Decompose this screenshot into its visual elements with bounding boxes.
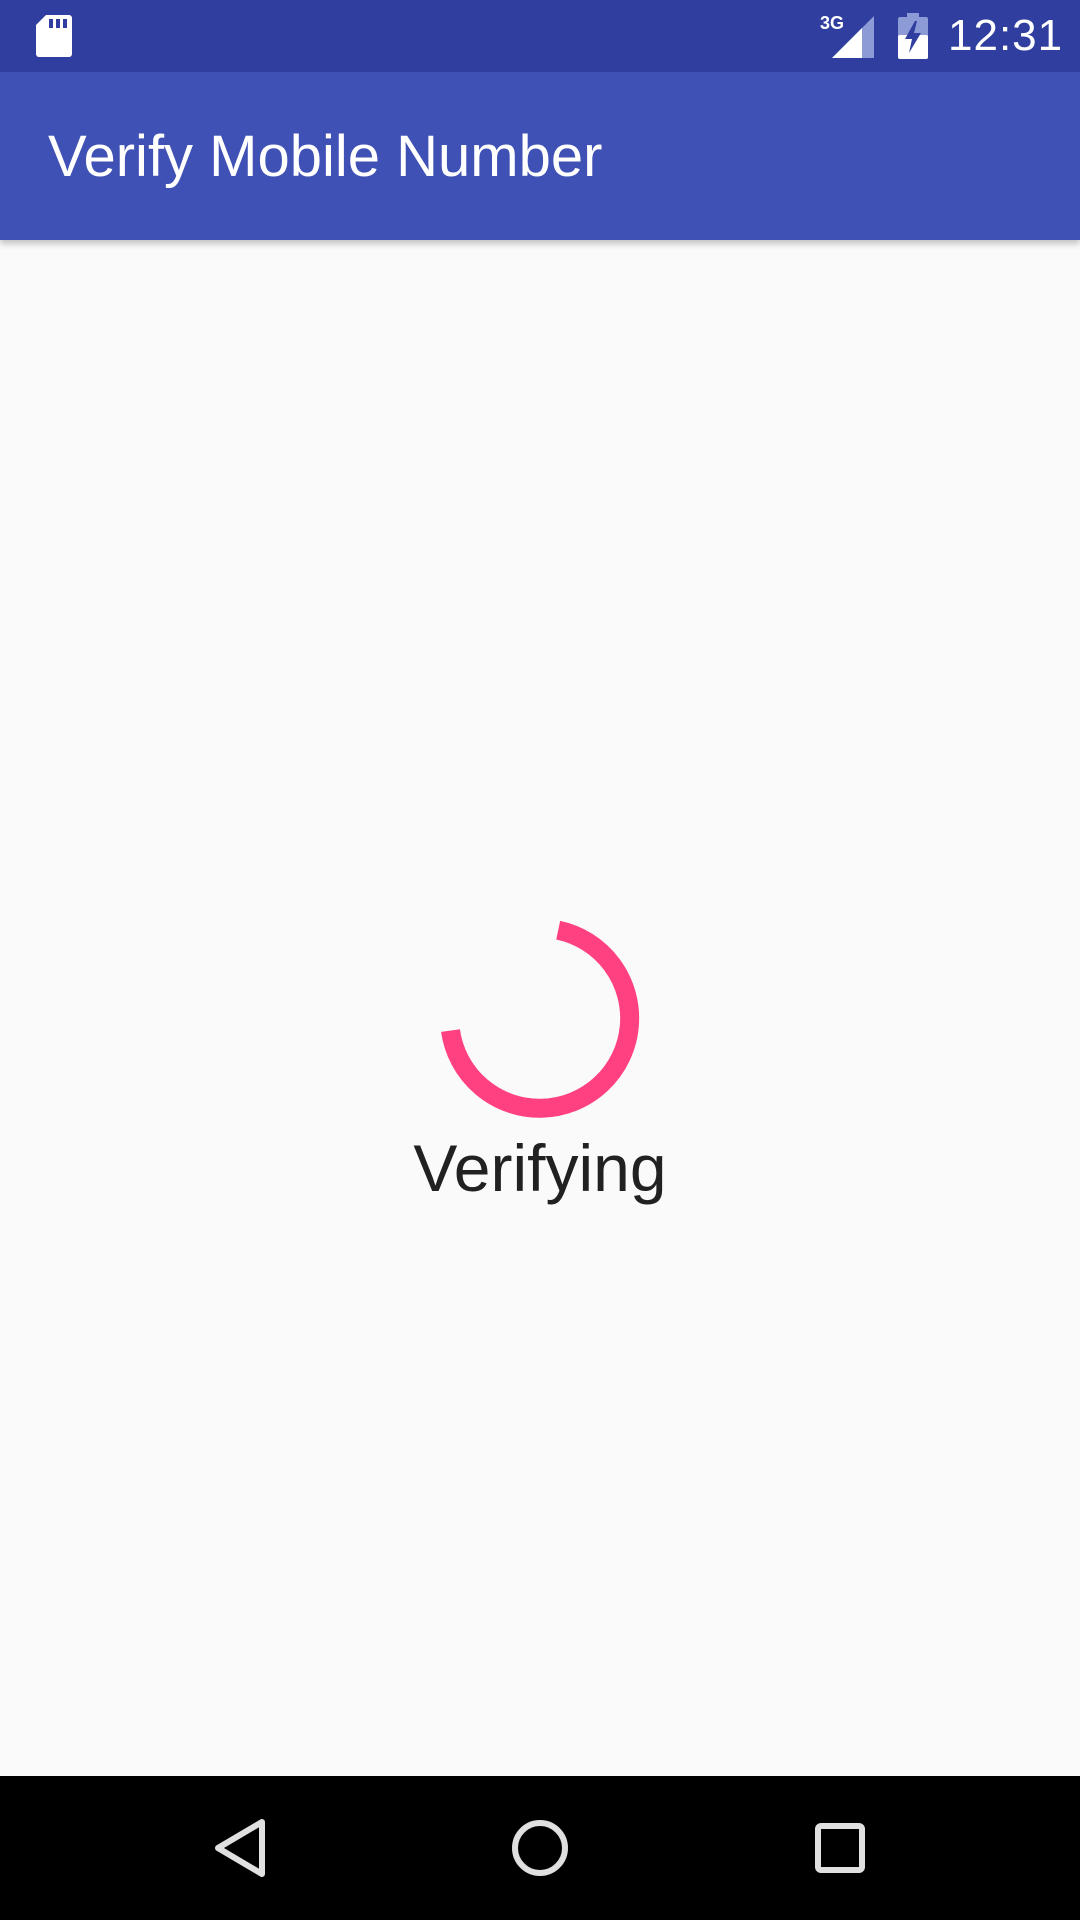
page-title: Verify Mobile Number xyxy=(48,124,603,189)
status-time: 12:31 xyxy=(948,11,1064,60)
home-icon xyxy=(490,1798,590,1898)
battery-charging-icon xyxy=(898,13,928,59)
home-button[interactable] xyxy=(490,1798,590,1898)
recents-button[interactable] xyxy=(790,1798,890,1898)
screen: 3G 12:31 Verify Mobile Number Verifying xyxy=(0,0,1080,1920)
content-area: Verifying xyxy=(0,240,1080,1776)
verifying-label: Verifying xyxy=(413,1131,667,1205)
loading-spinner xyxy=(430,904,650,1124)
status-bar: 3G 12:31 xyxy=(0,0,1080,72)
back-icon xyxy=(190,1798,290,1898)
svg-text:3G: 3G xyxy=(820,13,844,33)
signal-3g-icon: 3G xyxy=(818,12,874,60)
back-button[interactable] xyxy=(190,1798,290,1898)
recents-icon xyxy=(790,1798,890,1898)
sd-card-icon xyxy=(36,15,72,57)
app-bar: Verify Mobile Number xyxy=(0,72,1080,240)
navigation-bar xyxy=(0,1776,1080,1920)
